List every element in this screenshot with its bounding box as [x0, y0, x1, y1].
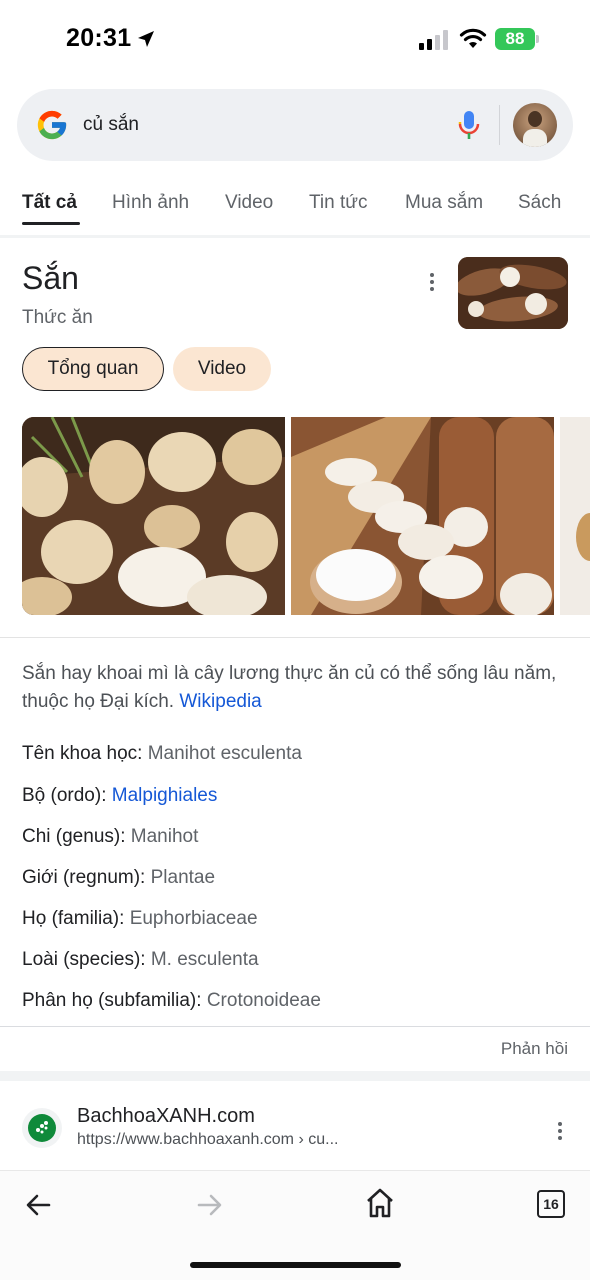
- description-text: Sắn hay khoai mì là cây lương thực ăn củ…: [22, 663, 557, 712]
- chip-video-label: Video: [197, 358, 247, 379]
- avatar-shirt: [523, 129, 547, 147]
- fact-value-link[interactable]: Malpighiales: [112, 785, 218, 806]
- tab-count: 16: [543, 1196, 559, 1212]
- fact-value: Manihot esculenta: [147, 743, 302, 764]
- fact-label: Loài (species):: [22, 949, 146, 970]
- tab-books[interactable]: Sách: [518, 192, 561, 214]
- image-carousel[interactable]: [22, 417, 590, 615]
- fact-row: Chi (genus): Manihot: [22, 826, 198, 848]
- section-divider: [0, 637, 590, 638]
- fact-value: Euphorbiaceae: [129, 908, 258, 929]
- chip-overview-label: Tổng quan: [47, 358, 139, 379]
- chip-overview[interactable]: Tổng quan: [22, 347, 164, 391]
- entity-thumbnail[interactable]: [458, 257, 568, 329]
- chip-video[interactable]: Video: [173, 347, 271, 391]
- search-divider: [499, 105, 500, 145]
- fact-row: Tên khoa học: Manihot esculenta: [22, 743, 302, 765]
- forward-arrow-icon[interactable]: [196, 1191, 224, 1219]
- bachhoaxanh-icon: [28, 1114, 56, 1142]
- tab-images[interactable]: Hình ảnh: [112, 192, 189, 214]
- back-arrow-icon[interactable]: [24, 1191, 52, 1219]
- entity-subtitle: Thức ăn: [22, 307, 93, 328]
- home-icon[interactable]: [364, 1187, 396, 1219]
- tabs-icon[interactable]: 16: [537, 1190, 565, 1218]
- fact-label: Bộ (ordo):: [22, 785, 107, 806]
- block-divider: [0, 1071, 590, 1081]
- cassava-flour-image: [291, 417, 554, 615]
- avatar[interactable]: [513, 103, 557, 147]
- fact-row: Họ (familia): Euphorbiaceae: [22, 908, 258, 930]
- search-bar[interactable]: củ sắn: [17, 89, 573, 161]
- fact-row: Phân họ (subfamilia): Crotonoideae: [22, 990, 321, 1012]
- search-tabs: Tất cả Hình ảnh Video Tin tức Mua sắm Sá…: [0, 180, 590, 236]
- tabs-divider: [0, 235, 590, 238]
- active-tab-indicator: [22, 222, 80, 225]
- fact-row: Giới (regnum): Plantae: [22, 867, 215, 889]
- cellular-signal-icon: [419, 30, 448, 50]
- tab-news[interactable]: Tin tức: [309, 192, 367, 214]
- search-input[interactable]: củ sắn: [83, 114, 139, 136]
- fact-label: Chi (genus):: [22, 826, 126, 847]
- page-title: Sắn: [22, 260, 79, 296]
- site-favicon: [22, 1108, 62, 1148]
- wikipedia-link[interactable]: Wikipedia: [179, 691, 261, 712]
- location-arrow-icon: [138, 31, 154, 47]
- result-site-name[interactable]: BachhoaXANH.com: [77, 1105, 255, 1128]
- battery-icon: 88: [495, 28, 535, 50]
- wifi-icon: [459, 28, 487, 48]
- fact-label: Tên khoa học:: [22, 743, 143, 764]
- fact-row: Loài (species): M. esculenta: [22, 949, 259, 971]
- feedback-link[interactable]: Phản hồi: [501, 1039, 568, 1059]
- fact-label: Phân họ (subfamilia):: [22, 990, 202, 1011]
- more-options-icon[interactable]: [420, 270, 444, 294]
- status-time: 20:31: [66, 24, 132, 52]
- fact-value: Crotonoideae: [206, 990, 321, 1011]
- feedback-divider: [0, 1026, 590, 1027]
- avatar-head: [528, 111, 542, 127]
- carousel-image-3[interactable]: [560, 417, 590, 615]
- fact-value: M. esculenta: [150, 949, 259, 970]
- fact-label: Họ (familia):: [22, 908, 125, 929]
- status-bar: 20:31 88: [0, 0, 590, 80]
- cassava-roots-image: [22, 417, 285, 615]
- cassava-thumbnail-image: [458, 257, 568, 329]
- tab-all[interactable]: Tất cả: [22, 192, 77, 214]
- fact-value: Plantae: [150, 867, 216, 888]
- result-url[interactable]: https://www.bachhoaxanh.com › cu...: [77, 1131, 338, 1149]
- carousel-image-1[interactable]: [22, 417, 285, 615]
- cassava-partial-image: [560, 417, 590, 615]
- microphone-icon[interactable]: [457, 109, 481, 141]
- entity-description: Sắn hay khoai mì là cây lương thực ăn củ…: [22, 660, 562, 716]
- fact-row: Bộ (ordo): Malpighiales: [22, 785, 217, 807]
- tab-shopping[interactable]: Mua sắm: [405, 192, 483, 214]
- battery-cap: [536, 35, 539, 43]
- fact-label: Giới (regnum):: [22, 867, 146, 888]
- home-indicator[interactable]: [190, 1262, 401, 1268]
- google-logo-icon: [37, 110, 67, 140]
- tab-video[interactable]: Video: [225, 192, 273, 214]
- carousel-image-2[interactable]: [291, 417, 554, 615]
- fact-value: Manihot: [130, 826, 199, 847]
- battery-level: 88: [505, 29, 525, 48]
- result-more-options-icon[interactable]: [548, 1120, 572, 1142]
